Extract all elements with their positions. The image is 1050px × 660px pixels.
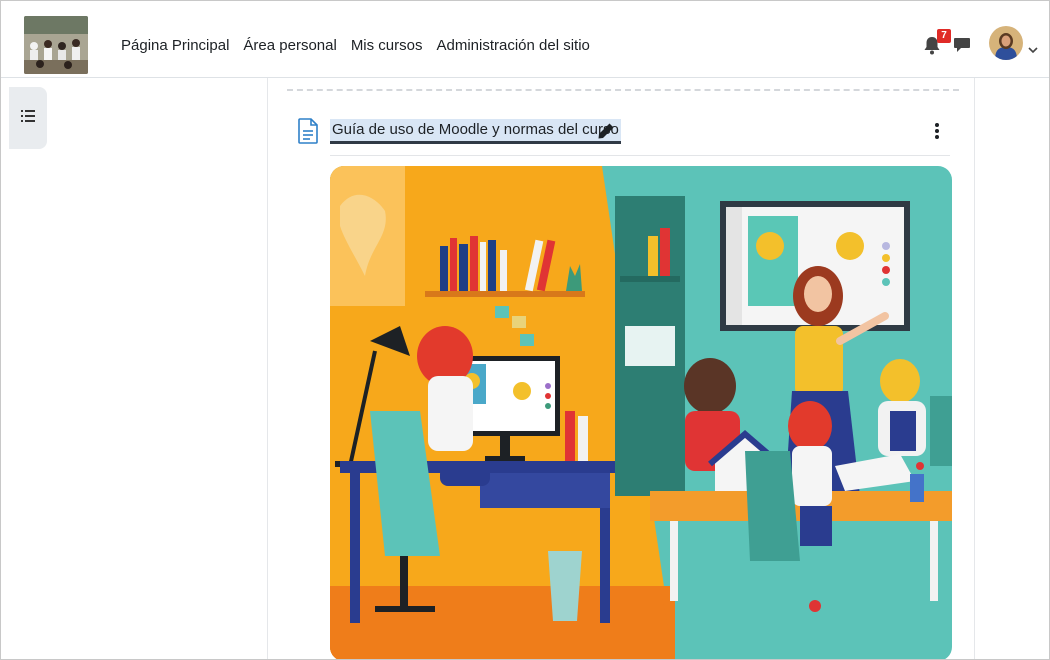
nav-dashboard[interactable]: Área personal [243,37,336,54]
course-index-toggle[interactable] [9,87,47,149]
pencil-icon[interactable] [597,122,615,140]
site-logo[interactable] [24,16,88,74]
drawer-divider [267,78,268,659]
notification-count-badge: 7 [937,29,951,43]
section-divider [287,89,959,91]
nav-my-courses[interactable]: Mis cursos [351,37,423,54]
chat-bubble-icon[interactable] [953,37,971,53]
browser-frame: Página Principal Área personal Mis curso… [0,0,1050,660]
top-navbar: Página Principal Área personal Mis curso… [1,1,1049,78]
primary-navigation: Página Principal Área personal Mis curso… [121,37,604,54]
user-avatar[interactable] [989,26,1023,60]
content-right-divider [974,78,975,659]
activity-title-link[interactable]: Guía de uso de Moodle y normas del curso [330,119,621,144]
course-illustration [330,166,952,659]
nav-site-administration[interactable]: Administración del sitio [437,37,590,54]
chevron-down-icon[interactable] [1028,41,1038,54]
nav-home[interactable]: Página Principal [121,37,229,54]
list-icon [21,109,35,127]
kebab-menu-icon[interactable] [930,121,944,141]
activity-underline [330,155,950,156]
document-icon [298,118,318,144]
